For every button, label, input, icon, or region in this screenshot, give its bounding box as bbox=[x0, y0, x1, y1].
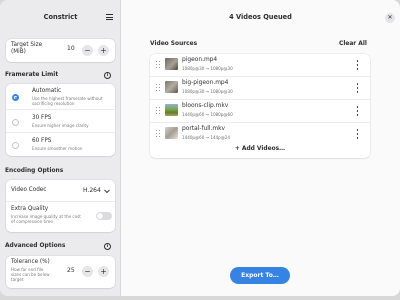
advanced-info-icon[interactable]: i bbox=[104, 243, 111, 250]
video-name: big-pigeon.mp4 bbox=[182, 80, 229, 86]
framerate-option-desc: Ensure higher image clarity bbox=[32, 123, 89, 128]
hamburger-menu-icon[interactable] bbox=[104, 11, 115, 22]
radio-unselected-icon[interactable] bbox=[12, 119, 19, 126]
video-row[interactable]: portal-full.mkv 1440p@60 → 144p@24 bbox=[150, 123, 370, 146]
more-options-icon[interactable] bbox=[356, 106, 359, 116]
tolerance-desc: target bbox=[11, 277, 24, 282]
more-options-icon[interactable] bbox=[356, 129, 359, 139]
target-size-label: Target Size bbox=[11, 42, 43, 48]
video-row[interactable]: bloons-clip.mkv 1440p@60 → 1080p@60 bbox=[150, 100, 370, 123]
video-name: portal-full.mkv bbox=[182, 126, 226, 132]
framerate-info-icon[interactable]: i bbox=[104, 72, 111, 79]
extra-quality-label: Extra Quality bbox=[11, 206, 49, 212]
add-videos-button[interactable]: + Add Videos… bbox=[150, 146, 370, 158]
framerate-option-desc: Ensure smoother motion bbox=[32, 146, 83, 151]
target-size-decrease-button[interactable]: − bbox=[82, 45, 93, 56]
video-meta: 1080p@30 → 1080p@30 bbox=[182, 66, 233, 71]
video-row[interactable]: pigeon.mp4 1080p@30 → 1080p@30 bbox=[150, 54, 370, 77]
encoding-section-title: Encoding Options bbox=[5, 168, 64, 174]
framerate-option-label: 60 FPS bbox=[32, 138, 52, 144]
video-name: bloons-clip.mkv bbox=[182, 103, 229, 109]
chevron-down-icon bbox=[104, 189, 110, 194]
advanced-card: Tolerance (%) How far end file sizes can… bbox=[6, 256, 115, 288]
radio-unselected-icon[interactable] bbox=[12, 142, 19, 149]
video-meta: 1440p@60 → 1080p@60 bbox=[182, 112, 233, 117]
more-options-icon[interactable] bbox=[356, 83, 359, 93]
tolerance-decrease-button[interactable]: − bbox=[82, 266, 93, 277]
sidebar: Constrict Target Size (MiB) 10 − + Frame… bbox=[0, 0, 121, 296]
video-codec-label: Video Codec bbox=[11, 187, 47, 193]
divider bbox=[6, 109, 115, 110]
app-title: Constrict bbox=[43, 13, 78, 21]
more-options-icon[interactable] bbox=[356, 60, 359, 70]
target-size-value[interactable]: 10 bbox=[67, 45, 75, 52]
video-sources-title: Video Sources bbox=[150, 41, 198, 47]
drag-handle-icon[interactable] bbox=[156, 60, 161, 69]
main-panel: 4 Videos Queued ✕ Video Sources Clear Al… bbox=[121, 0, 400, 296]
framerate-section-title: Framerate Limit bbox=[5, 72, 59, 78]
video-list: pigeon.mp4 1080p@30 → 1080p@30 big-pigeo… bbox=[150, 54, 370, 158]
video-meta: 1440p@60 → 144p@24 bbox=[182, 135, 231, 140]
tolerance-value[interactable]: 25 bbox=[67, 267, 75, 274]
clear-all-button[interactable]: Clear All bbox=[339, 41, 367, 47]
export-button[interactable]: Export To… bbox=[230, 267, 290, 284]
divider bbox=[6, 132, 115, 133]
video-meta: 1080p@30 → 1080p@30 bbox=[182, 89, 233, 94]
video-thumbnail bbox=[165, 127, 178, 139]
encoding-card: Video Codec H.264 Extra Quality Increase… bbox=[6, 180, 115, 232]
drag-handle-icon[interactable] bbox=[156, 106, 161, 115]
framerate-option-desc: sacrificing resolution bbox=[32, 101, 75, 106]
tolerance-increase-button[interactable]: + bbox=[98, 266, 109, 277]
extra-quality-toggle[interactable] bbox=[96, 212, 112, 220]
video-name: pigeon.mp4 bbox=[182, 57, 218, 63]
video-thumbnail bbox=[165, 81, 178, 93]
sidebar-header: Constrict bbox=[0, 0, 121, 37]
advanced-section-title: Advanced Options bbox=[5, 243, 66, 249]
extra-quality-row: Extra Quality Increase image quality at … bbox=[6, 202, 115, 232]
extra-quality-desc: of compression time bbox=[11, 219, 53, 224]
target-size-card: Target Size (MiB) 10 − + bbox=[6, 39, 115, 62]
radio-selected-icon[interactable] bbox=[12, 94, 19, 101]
target-size-unit: (MiB) bbox=[11, 49, 26, 55]
framerate-option-label: 30 FPS bbox=[32, 115, 52, 121]
video-row[interactable]: big-pigeon.mp4 1080p@30 → 1080p@30 bbox=[150, 77, 370, 100]
video-codec-value: H.264 bbox=[83, 187, 101, 194]
framerate-card: Automatic Use the highest framerate with… bbox=[6, 84, 115, 156]
framerate-option-label: Automatic bbox=[32, 88, 62, 94]
tolerance-label: Tolerance (%) bbox=[11, 259, 50, 265]
video-thumbnail bbox=[165, 58, 178, 70]
queue-title: 4 Videos Queued bbox=[229, 13, 292, 21]
close-icon[interactable]: ✕ bbox=[385, 13, 395, 23]
drag-handle-icon[interactable] bbox=[156, 83, 161, 92]
drag-handle-icon[interactable] bbox=[156, 129, 161, 138]
target-size-increase-button[interactable]: + bbox=[98, 45, 109, 56]
app-window: Constrict Target Size (MiB) 10 − + Frame… bbox=[0, 0, 400, 296]
video-thumbnail bbox=[165, 104, 178, 116]
